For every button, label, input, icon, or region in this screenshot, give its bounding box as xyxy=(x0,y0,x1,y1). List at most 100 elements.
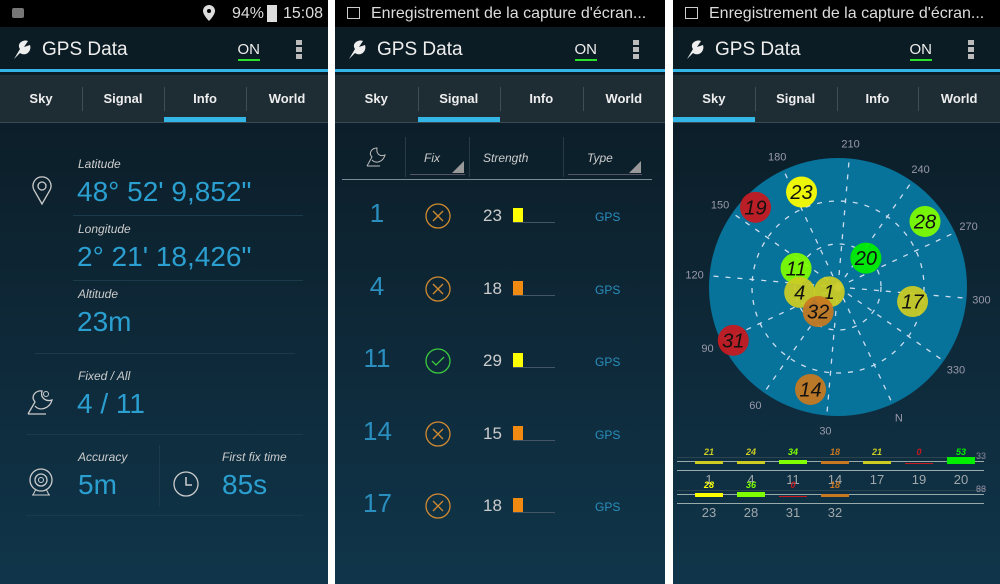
vertical-divider xyxy=(159,445,160,507)
fixed-all-value: 4 / 11 xyxy=(77,388,145,419)
status-bar: 94% 15:08 xyxy=(0,0,328,27)
snr-value: 36 xyxy=(745,480,756,490)
latitude-value: 48° 52' 9,852" xyxy=(77,176,252,207)
header-divider xyxy=(563,137,564,177)
sky-screen: Enregistrement de la capture d'écran... … xyxy=(673,0,1000,584)
header-divider xyxy=(405,137,406,177)
azimuth-label: 30 xyxy=(819,425,831,437)
bar-baseline xyxy=(677,457,984,458)
tab-signal[interactable]: Signal xyxy=(82,75,164,122)
bar-baseline xyxy=(677,470,984,471)
satellite-prn: 1 xyxy=(369,198,385,228)
satellite-type: GPS xyxy=(595,210,621,224)
battery-icon xyxy=(267,5,277,22)
satellite-prn: 4 xyxy=(369,270,385,301)
snr-bar xyxy=(695,461,723,464)
satellite-label: 31 xyxy=(722,330,744,352)
satellite-prn: 17 xyxy=(363,488,392,518)
signal-row: 17 18 GPS xyxy=(335,476,665,536)
altitude-label: Altitude xyxy=(78,287,119,301)
satellite-prn: 31 xyxy=(785,505,801,520)
satellite-type: GPS xyxy=(595,500,621,514)
type-sort-dropdown[interactable]: Type xyxy=(568,140,642,175)
overflow-menu-icon[interactable] xyxy=(296,40,302,61)
overflow-menu-icon[interactable] xyxy=(633,40,639,61)
tab-world[interactable]: World xyxy=(582,75,666,122)
azimuth-label: 150 xyxy=(711,199,729,211)
snr-bar xyxy=(779,496,807,497)
dropdown-triangle-icon xyxy=(452,161,464,173)
satellite-label: 14 xyxy=(799,379,821,401)
snr-bar xyxy=(779,459,807,464)
bar-baseline xyxy=(677,490,984,491)
snr-bar xyxy=(737,460,765,464)
tab-sky[interactable]: Sky xyxy=(335,75,418,122)
snr-value: 53 xyxy=(955,447,966,457)
satellite-prn: 17 xyxy=(869,472,885,487)
azimuth-label: 210 xyxy=(841,139,859,151)
image-icon xyxy=(347,7,360,19)
signal-strength: 29 xyxy=(483,351,502,370)
accuracy-label: Accuracy xyxy=(78,450,128,464)
satellite-prn: 28 xyxy=(743,505,759,520)
signal-row: 11 29 GPS xyxy=(335,331,665,391)
longitude-value: 2° 21' 18,426" xyxy=(77,241,252,272)
divider xyxy=(35,353,295,354)
satellite-label: 11 xyxy=(786,258,807,280)
location-pin-icon xyxy=(32,176,52,206)
signal-row: 14 15 GPS xyxy=(335,404,665,464)
tab-world[interactable]: World xyxy=(246,75,328,122)
strength-bar xyxy=(513,425,523,441)
snr-value: 34 xyxy=(787,447,798,457)
app-bar: GPS Data ON xyxy=(0,27,328,72)
satellite-dish-icon xyxy=(27,390,53,415)
accuracy-target-icon xyxy=(29,468,53,496)
gps-toggle[interactable]: ON xyxy=(574,41,597,61)
tab-info[interactable]: Info xyxy=(500,75,583,122)
signal-row: 4 18 GPS xyxy=(335,259,665,319)
satellite-type: GPS xyxy=(595,427,621,442)
info-screen: 94% 15:08 GPS Data ON Sky Signal Info Wo… xyxy=(0,0,328,584)
fix-sort-dropdown[interactable]: Fix xyxy=(410,140,465,175)
no-fix-x-icon xyxy=(425,420,451,447)
satellite-type: GPS xyxy=(595,282,621,297)
fix-header: Fix xyxy=(424,151,440,165)
divider xyxy=(73,280,303,281)
satellite-label: 4 xyxy=(794,282,805,304)
dropdown-triangle-icon xyxy=(629,161,641,173)
no-fix-x-icon xyxy=(425,275,451,302)
strength-bar xyxy=(513,498,523,513)
snr-bar xyxy=(863,461,891,464)
signal-strength: 23 xyxy=(483,206,502,225)
scale-label: 66 xyxy=(976,484,987,494)
clock-icon xyxy=(173,471,199,497)
tab-signal[interactable]: Signal xyxy=(417,75,501,122)
satellite-label: 23 xyxy=(789,182,812,204)
accuracy-value: 5m xyxy=(78,469,117,500)
strength-bar xyxy=(513,208,523,223)
tab-sky[interactable]: Sky xyxy=(0,75,82,122)
signal-screen: Enregistrement de la capture d'écran... … xyxy=(335,0,665,584)
tab-info[interactable]: Info xyxy=(164,75,246,122)
no-fix-x-icon xyxy=(425,203,451,229)
latitude-label: Latitude xyxy=(78,157,121,171)
battery-percent: 94% xyxy=(232,5,265,22)
strength-track xyxy=(513,367,555,368)
signal-strength: 18 xyxy=(483,496,502,515)
clock: 15:08 xyxy=(283,5,324,22)
app-bar: GPS Data ON xyxy=(335,27,665,72)
location-icon xyxy=(203,5,215,21)
satellite-dish-icon xyxy=(14,40,31,59)
satellite-label: 20 xyxy=(854,248,877,270)
gps-toggle[interactable]: ON xyxy=(237,41,260,61)
sky-plot: N 30 60 90 120 150 180 210 240 270 300 330 19 23 28 20 1… xyxy=(685,139,990,438)
azimuth-label: 330 xyxy=(947,365,965,377)
snr-value: 21 xyxy=(703,447,714,457)
azimuth-label: N xyxy=(895,413,903,425)
first-fix-label: First fix time xyxy=(222,450,287,464)
snr-bar xyxy=(737,492,765,497)
satellite-prn: 14 xyxy=(363,415,392,446)
signal-row: 1 23 GPS xyxy=(335,186,665,246)
satellite-label: 32 xyxy=(807,302,829,324)
satellite-prn: 11 xyxy=(363,343,391,373)
